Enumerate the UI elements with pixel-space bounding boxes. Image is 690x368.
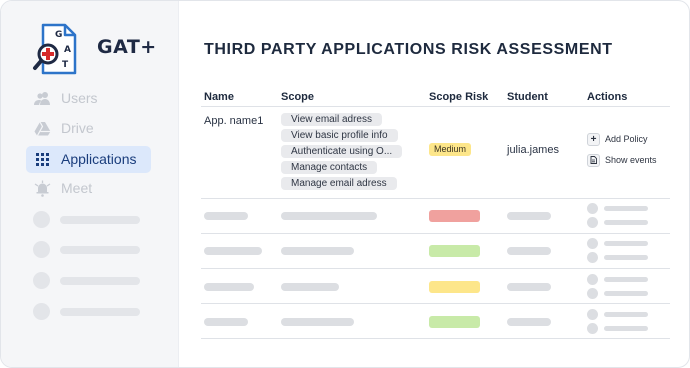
scope-chip: Authenticate using O... [281, 145, 403, 158]
app-name[interactable]: App. name1 [204, 115, 263, 127]
risk-indicator [429, 281, 480, 293]
table-divider [201, 338, 670, 339]
drive-icon [34, 121, 51, 136]
page-title: THIRD PARTY APPLICATIONS RISK ASSESSMENT [204, 41, 613, 58]
plus-icon: + [587, 132, 600, 146]
document-icon [587, 153, 600, 167]
column-header-student[interactable]: Student [507, 91, 548, 103]
table-divider [201, 198, 670, 199]
table-divider [201, 106, 670, 107]
column-header-actions: Actions [587, 91, 628, 103]
table-divider [201, 268, 670, 269]
scope-risk-badge: Medium [429, 143, 472, 156]
column-header-scope-risk[interactable]: Scope Risk [429, 91, 488, 103]
sidebar-item-label: Meet [61, 180, 93, 196]
app-window: G A T GAT+ Users Drive Applications Meet… [0, 0, 690, 368]
risk-indicator [429, 210, 480, 222]
scope-chip: View basic profile info [281, 129, 398, 142]
brand-logo: G A T GAT+ [31, 23, 161, 77]
column-header-scope[interactable]: Scope [281, 91, 314, 103]
svg-text:G: G [55, 30, 62, 40]
users-icon [34, 92, 50, 105]
svg-text:T: T [62, 60, 69, 70]
sidebar: G A T GAT+ Users Drive Applications Meet [1, 1, 179, 367]
add-policy-button[interactable]: + Add Policy [587, 132, 648, 146]
meet-icon [34, 180, 51, 197]
add-policy-label: Add Policy [605, 134, 648, 144]
risk-indicator [429, 245, 480, 257]
gat-logo-icon: G A T [33, 23, 77, 75]
show-events-button[interactable]: Show events [587, 153, 657, 167]
table-divider [201, 233, 670, 234]
sidebar-item-users[interactable]: Users [26, 85, 151, 112]
sidebar-item-label: Drive [61, 120, 94, 136]
scope-chip: View email adress [281, 113, 382, 126]
table-divider [201, 303, 670, 304]
sidebar-item-applications[interactable]: Applications [26, 146, 151, 173]
svg-text:A: A [64, 45, 71, 55]
scope-chip: Manage email adress [281, 177, 397, 190]
sidebar-item-meet[interactable]: Meet [26, 175, 151, 202]
scope-chip: Manage contacts [281, 161, 378, 174]
sidebar-item-drive[interactable]: Drive [26, 115, 151, 142]
risk-indicator [429, 316, 480, 328]
brand-name: GAT+ [97, 36, 157, 58]
column-header-name[interactable]: Name [204, 91, 234, 103]
student-name: julia.james [507, 144, 559, 156]
sidebar-item-label: Users [61, 90, 98, 106]
grid-icon [36, 153, 49, 166]
show-events-label: Show events [605, 155, 657, 165]
sidebar-item-label: Applications [61, 151, 137, 167]
